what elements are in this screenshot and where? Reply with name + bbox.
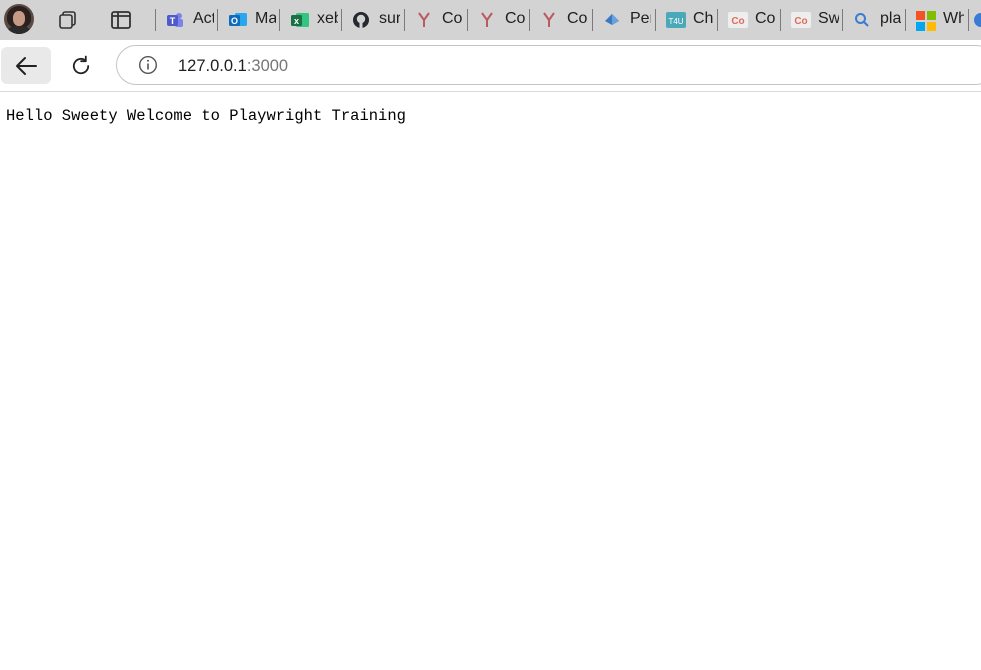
azure-icon [603, 11, 621, 29]
tab-label: Sw [818, 10, 839, 27]
tab-7[interactable]: Per [592, 0, 655, 40]
page-content: Hello Sweety Welcome to Playwright Train… [0, 92, 981, 670]
address-bar[interactable]: 127.0.0.1:3000 [116, 45, 981, 85]
tab-4[interactable]: Co [404, 0, 467, 40]
site-info-icon[interactable] [138, 55, 158, 80]
address-text[interactable]: 127.0.0.1:3000 [178, 57, 288, 76]
svg-text:x: x [294, 16, 299, 26]
outlook-icon: O [228, 11, 247, 29]
browser-toolbar: 127.0.0.1:3000 [0, 40, 981, 92]
tab-12[interactable]: Wh [905, 0, 968, 40]
reload-button[interactable] [62, 47, 99, 84]
search-icon [853, 11, 871, 29]
svg-text:O: O [231, 16, 238, 26]
y-favicon-icon [540, 11, 558, 29]
profile-avatar[interactable] [4, 4, 34, 34]
svg-text:Co: Co [731, 16, 744, 27]
url-port: :3000 [246, 57, 289, 75]
tab-1[interactable]: O Ma [217, 0, 279, 40]
tab-label: Ma [255, 10, 276, 27]
url-host: 127.0.0.1 [178, 57, 247, 75]
svg-text:T4U: T4U [668, 17, 683, 26]
vertical-tabs-icon[interactable] [109, 8, 133, 32]
tab-label: Act [193, 10, 214, 27]
tab-label: Co [442, 10, 463, 27]
tab-label: Per [630, 10, 651, 27]
excel-icon: x [290, 11, 309, 29]
teams-icon: T [166, 11, 184, 29]
co-favicon-icon: Co [728, 11, 748, 29]
back-button[interactable] [1, 47, 51, 84]
co-favicon-icon: Co [791, 11, 811, 29]
tab-label: Cha [693, 10, 714, 27]
greeting-text: Hello Sweety Welcome to Playwright Train… [6, 107, 406, 125]
tab-2[interactable]: x xeb [279, 0, 341, 40]
tab-10[interactable]: Co Sw [780, 0, 842, 40]
svg-text:Co: Co [794, 16, 807, 27]
tab-label: xeb [317, 10, 338, 27]
tab-label: sur [379, 10, 400, 27]
tab-label: Co [505, 10, 526, 27]
tab-5[interactable]: Co [467, 0, 529, 40]
tab-label: Wh [943, 10, 964, 27]
microsoft-icon [916, 11, 936, 31]
svg-text:T: T [170, 16, 176, 26]
tab-3[interactable]: sur [341, 0, 404, 40]
tab-label: Co [567, 10, 588, 27]
y-favicon-icon [478, 11, 496, 29]
tab-partial[interactable] [968, 0, 981, 40]
github-icon [352, 11, 370, 29]
tab-8[interactable]: T4U Cha [655, 0, 717, 40]
tab-label: Co [755, 10, 776, 27]
tab-6[interactable]: Co [529, 0, 592, 40]
t4u-icon: T4U [666, 11, 686, 29]
arrow-left-icon [16, 56, 37, 75]
tab-0[interactable]: T Act [155, 0, 217, 40]
tab-9[interactable]: Co Co [717, 0, 780, 40]
reload-icon [72, 55, 89, 74]
y-favicon-icon [415, 11, 433, 29]
tab-label: pla [880, 10, 901, 27]
workspaces-icon[interactable] [56, 8, 80, 32]
tab-11[interactable]: pla [842, 0, 905, 40]
tab-strip: T Act O Ma x xeb sur Co Co Co Per T4U C [0, 0, 981, 40]
